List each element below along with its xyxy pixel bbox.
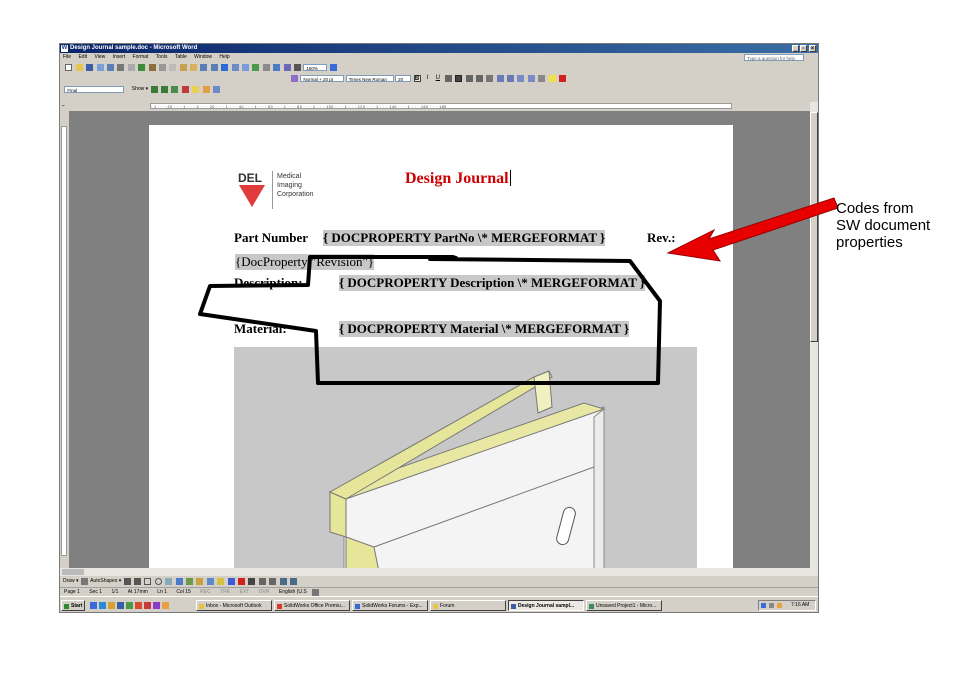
arrow-shape — [666, 197, 839, 262]
annotation-line-2: SW document — [836, 217, 931, 234]
annotation-text: Codes from SW document properties — [836, 200, 930, 251]
red-arrow-annotation — [666, 197, 839, 262]
annotation-line-3: properties — [836, 234, 903, 251]
annotation-line-1: Codes from — [836, 200, 914, 217]
